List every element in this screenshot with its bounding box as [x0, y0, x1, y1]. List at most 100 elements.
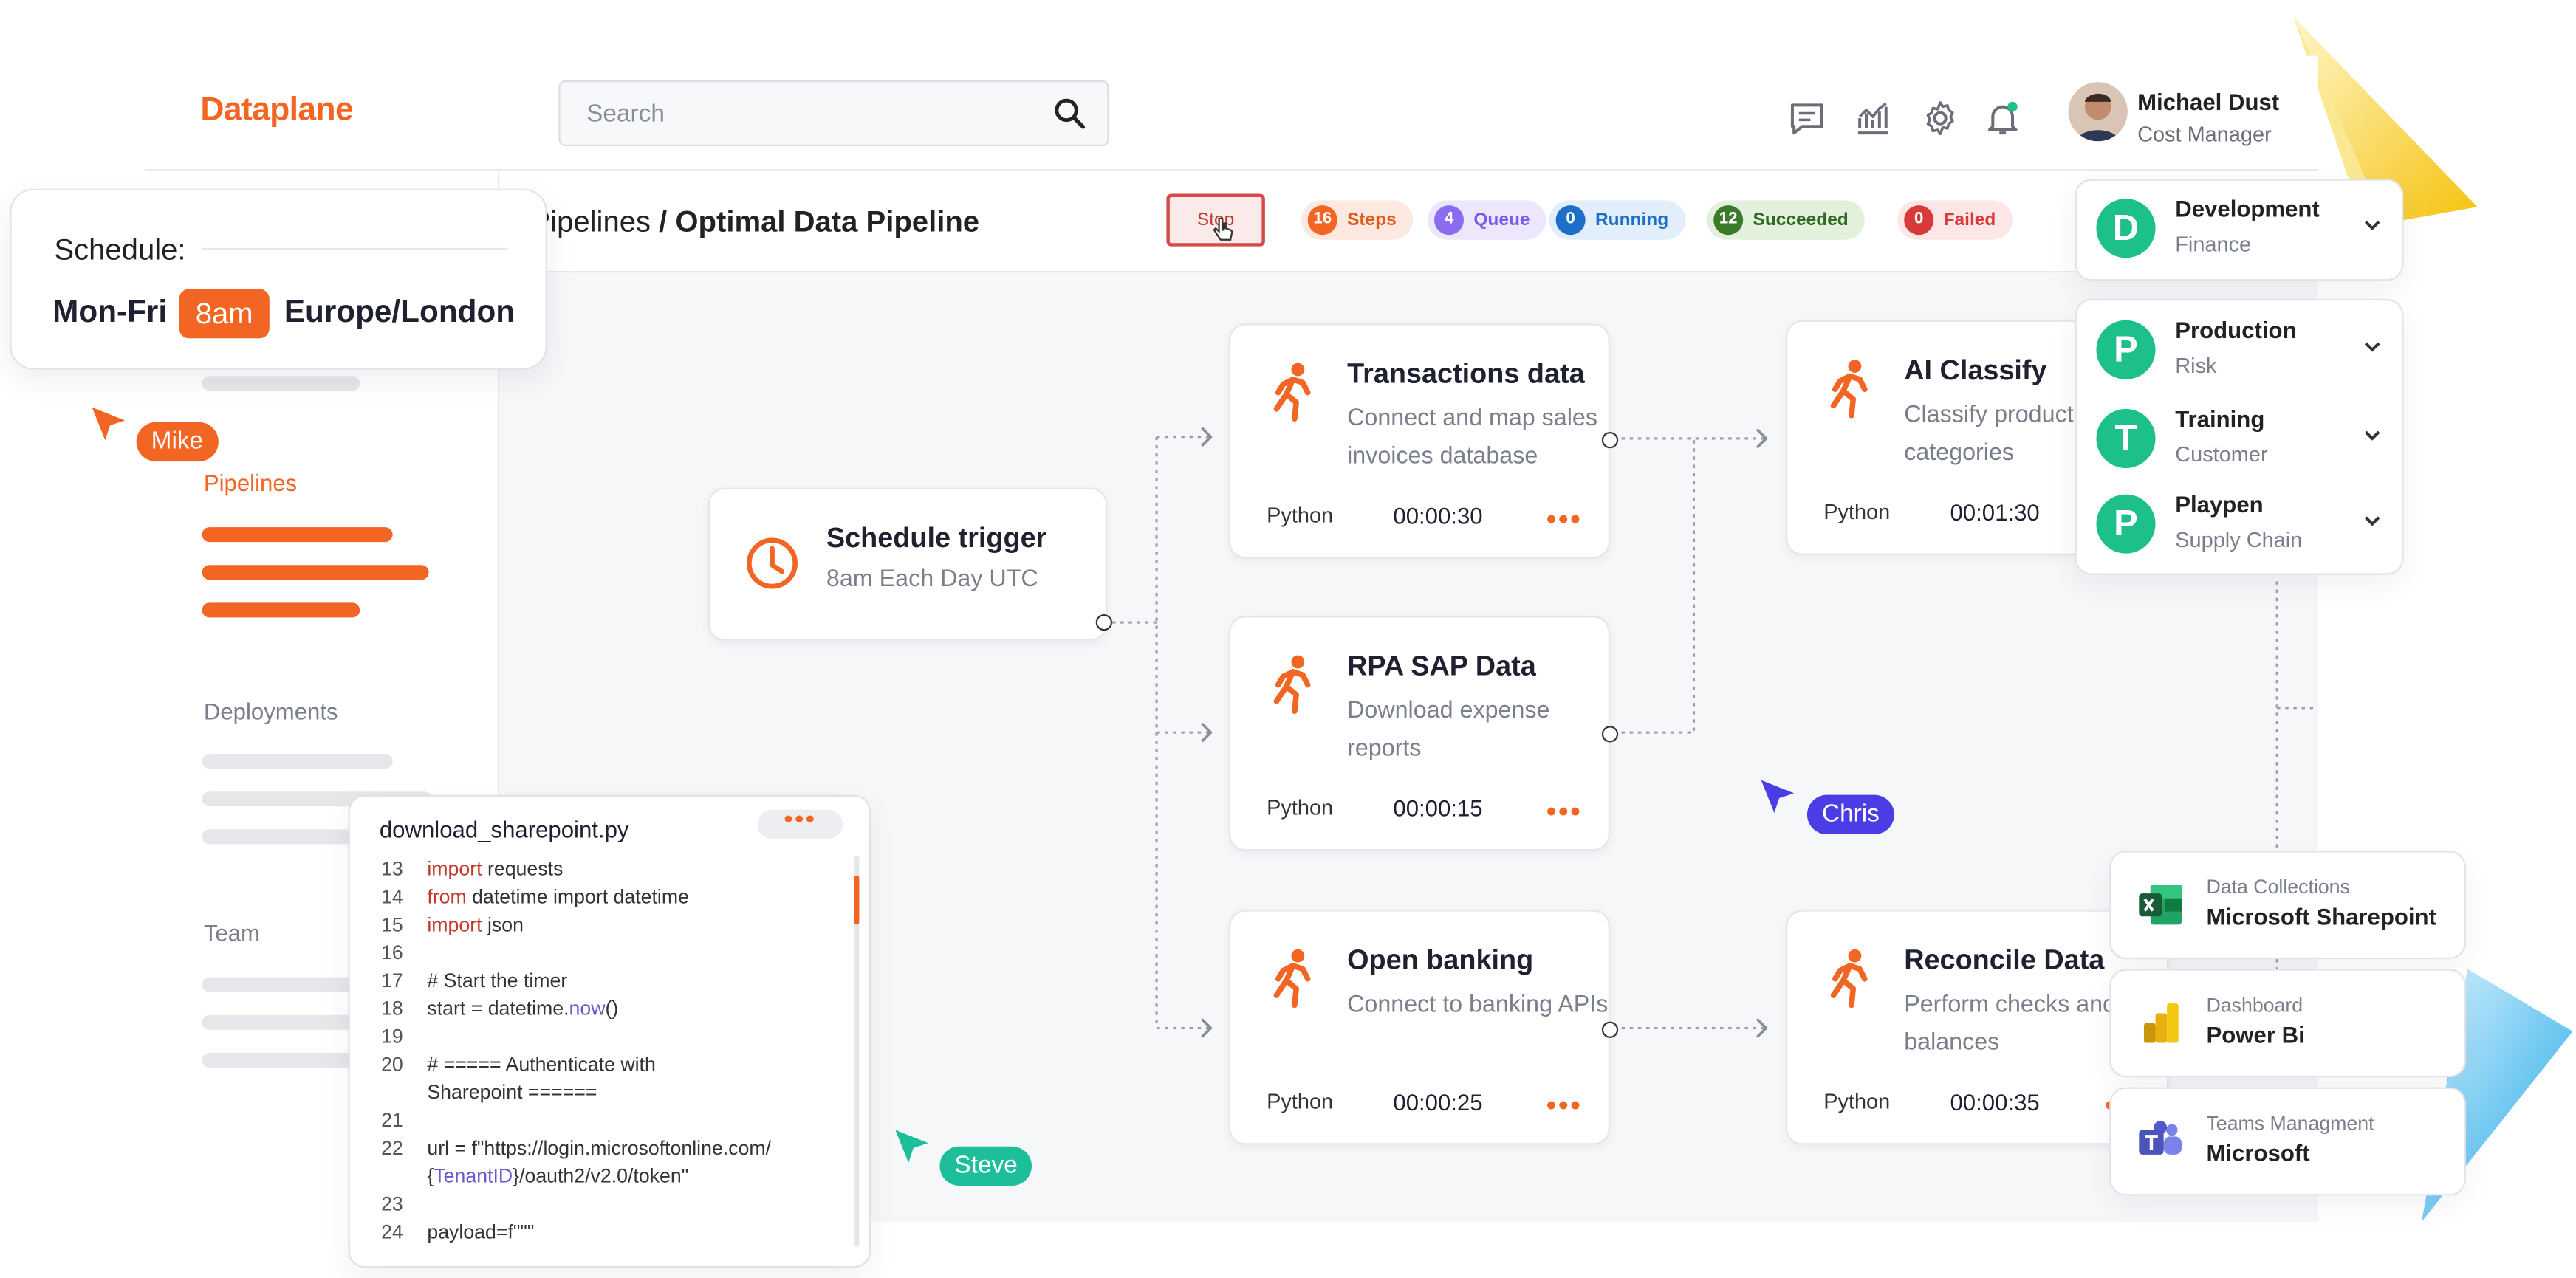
integration-name: Microsoft: [2206, 1139, 2310, 1167]
integration-category: Data Collections: [2206, 875, 2350, 899]
sidebar-placeholder-bar: [202, 754, 393, 769]
code-editor[interactable]: download_sharepoint.py ••• 13 import requ…: [348, 794, 871, 1268]
pipeline-node-card[interactable]: Transactions data Connect and map sales i…: [1228, 323, 1611, 559]
code-line-number: 22: [381, 1136, 403, 1160]
code-line[interactable]: import requests: [427, 857, 563, 880]
code-keyword: import: [427, 857, 482, 881]
chat-icon[interactable]: [1787, 98, 1826, 137]
environment-item[interactable]: D Development Finance: [2096, 196, 2380, 261]
code-line-number: 20: [381, 1052, 403, 1076]
integration-card[interactable]: Data Collections Microsoft Sharepoint: [2109, 851, 2466, 960]
environment-sub: Risk: [2175, 353, 2217, 378]
node-description: Connect to banking APIs: [1347, 992, 1609, 1019]
sidebar-item-pipelines[interactable]: Pipelines: [204, 470, 297, 496]
sidebar-pipeline-bar[interactable]: [202, 565, 429, 580]
code-line[interactable]: # Start the timer: [427, 969, 567, 992]
code-text: # ===== Authenticate with: [427, 1052, 656, 1076]
environment-item[interactable]: T Training Customer: [2096, 405, 2380, 471]
chevron-down-icon[interactable]: [2363, 511, 2383, 531]
output-port[interactable]: [1601, 726, 1619, 743]
environment-name: Training: [2175, 405, 2265, 433]
environment-panel-list[interactable]: P Production Risk T Training Customer P …: [2075, 298, 2404, 575]
bell-icon[interactable]: [1983, 98, 2022, 137]
analytics-icon[interactable]: [1853, 98, 1892, 137]
environment-panel-top[interactable]: D Development Finance: [2075, 179, 2404, 281]
schedule-popup[interactable]: Schedule: Mon-Fri 8am Europe/London: [10, 188, 547, 370]
code-line[interactable]: url = f"https://login.microsoftonline.co…: [427, 1136, 771, 1159]
code-line-number: 21: [381, 1108, 403, 1132]
top-bar: Dataplane Search Michael Dust Cost Manag…: [144, 55, 2318, 171]
node-more-button[interactable]: •••: [1546, 1090, 1582, 1120]
sidebar-placeholder-bar: [202, 376, 360, 391]
node-title: Reconcile Data: [1904, 944, 2105, 976]
node-duration: 00:00:30: [1393, 502, 1483, 529]
search-box[interactable]: Search: [558, 80, 1109, 146]
code-line[interactable]: import json: [427, 913, 524, 936]
schedule-timezone: Europe/London: [284, 295, 515, 331]
pipeline-node-card[interactable]: Open banking Connect to banking APIs Pytho…: [1228, 910, 1611, 1145]
schedule-divider: [202, 247, 508, 250]
code-line[interactable]: # ===== Authenticate with: [427, 1053, 655, 1076]
node-language: Python: [1267, 1088, 1334, 1114]
schedule-time-badge[interactable]: 8am: [179, 289, 270, 339]
node-duration: 00:00:15: [1393, 794, 1483, 822]
node-more-button[interactable]: •••: [1546, 797, 1582, 826]
sidebar-pipeline-bar[interactable]: [202, 602, 360, 618]
trigger-title: Schedule trigger: [826, 522, 1047, 554]
runner-icon: [1830, 949, 1868, 1009]
code-filename: download_sharepoint.py: [379, 816, 629, 843]
stage: Dataplane Search Michael Dust Cost Manag…: [0, 0, 2576, 1278]
avatar[interactable]: [2068, 82, 2128, 142]
excel-icon: [2139, 885, 2182, 925]
code-line-number: 14: [381, 885, 403, 909]
output-port[interactable]: [1601, 1021, 1619, 1038]
integration-name: Power Bi: [2206, 1021, 2305, 1048]
sidebar-item-deployments[interactable]: Deployments: [204, 698, 338, 724]
environment-item[interactable]: P Playpen Supply Chain: [2096, 491, 2380, 557]
environment-initial: P: [2096, 494, 2156, 554]
output-port[interactable]: [1095, 614, 1112, 631]
code-identifier: now: [569, 997, 606, 1020]
node-description: Connect and map sales invoices database: [1347, 405, 1597, 470]
code-line[interactable]: from datetime import datetime: [427, 885, 689, 908]
code-line[interactable]: payload=f""": [427, 1220, 534, 1243]
integration-category: Dashboard: [2206, 993, 2303, 1017]
node-title: RPA SAP Data: [1347, 650, 1536, 682]
code-line[interactable]: {TenantID}/oauth2/v2.0/token": [427, 1164, 688, 1187]
integration-name: Microsoft Sharepoint: [2206, 903, 2436, 930]
code-line-number: 16: [381, 941, 403, 964]
chevron-down-icon[interactable]: [2363, 425, 2383, 445]
gear-icon[interactable]: [1920, 98, 1959, 137]
node-language: Python: [1267, 502, 1334, 528]
chevron-down-icon[interactable]: [2363, 215, 2383, 235]
schedule-trigger-card[interactable]: Schedule trigger 8am Each Day UTC: [708, 487, 1108, 641]
more-options-button[interactable]: •••: [757, 807, 843, 839]
node-language: Python: [1267, 794, 1334, 820]
code-line-number: 19: [381, 1025, 403, 1048]
code-line-number: 24: [381, 1220, 403, 1243]
output-port[interactable]: [1601, 432, 1619, 449]
environment-initial: D: [2096, 199, 2156, 258]
search-input[interactable]: Search: [586, 100, 665, 128]
pipeline-node-card[interactable]: RPA SAP Data Download expense reports Pyth…: [1228, 616, 1611, 851]
sidebar-pipeline-bar[interactable]: [202, 527, 393, 543]
schedule-days: Mon-Fri: [52, 295, 168, 331]
code-line[interactable]: Sharepoint ======: [427, 1081, 597, 1104]
code-text: url = f"https://login.microsoftonline.co…: [427, 1136, 772, 1160]
node-more-button[interactable]: •••: [1546, 504, 1582, 534]
integration-card[interactable]: Teams Managment Microsoft: [2109, 1087, 2466, 1196]
code-scrollbar-thumb[interactable]: [854, 875, 860, 925]
environment-item[interactable]: P Production Risk: [2096, 317, 2380, 382]
code-text: datetime import datetime: [466, 885, 689, 909]
code-line-number: 17: [381, 969, 403, 992]
code-line[interactable]: start = datetime.now(): [427, 997, 618, 1020]
chevron-down-icon[interactable]: [2363, 337, 2383, 357]
code-line-number: 23: [381, 1192, 403, 1216]
code-text: Sharepoint ======: [427, 1080, 597, 1104]
app-logo[interactable]: Dataplane: [200, 92, 353, 130]
environment-name: Production: [2175, 317, 2297, 343]
integration-card[interactable]: Dashboard Power Bi: [2109, 969, 2466, 1078]
cursor-pointer-icon: [895, 1130, 928, 1163]
search-icon[interactable]: [1052, 95, 1088, 131]
sidebar-item-team[interactable]: Team: [204, 920, 260, 947]
